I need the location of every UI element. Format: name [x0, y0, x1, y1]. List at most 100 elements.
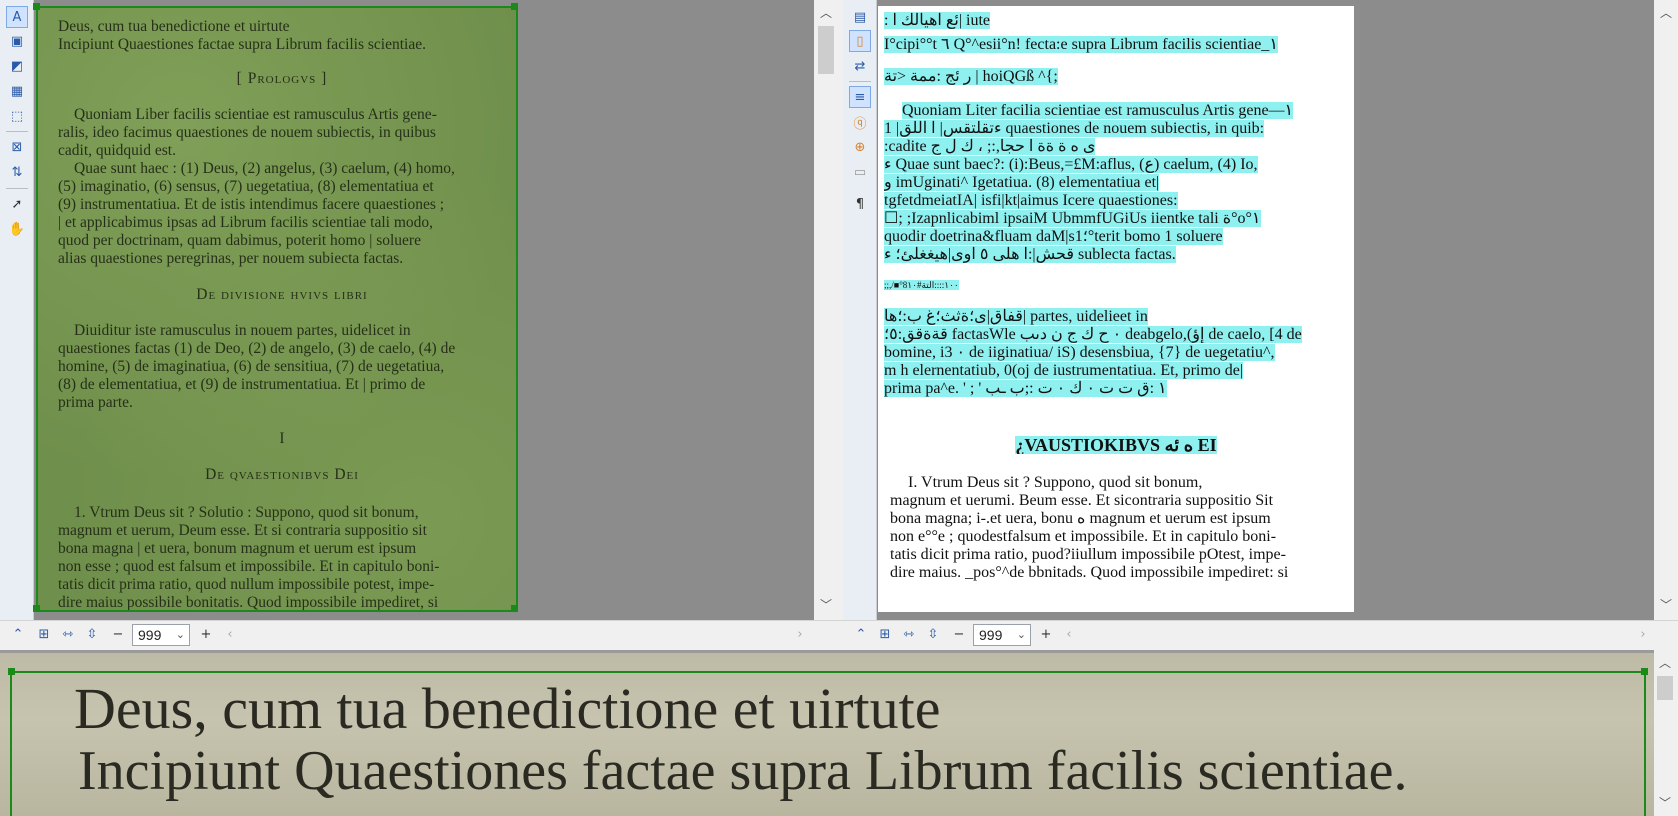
uncertain-text-highlight: quodir doetrina&fluam daM|s؛1°terit bomo… — [884, 228, 1223, 245]
zoom-out-icon[interactable]: − — [949, 625, 969, 645]
collapse-icon[interactable]: ⌃ — [8, 625, 28, 645]
scan-line: | et applicabimus ipsas ad Librum facili… — [58, 214, 434, 231]
fit-height-icon[interactable]: ⇳ — [82, 625, 102, 645]
toolbar-divider — [6, 188, 28, 189]
recognized-text-line[interactable]: bona magna; i-.et uera, bonu ه magnum et… — [890, 510, 1354, 528]
zoom-in-icon[interactable]: + — [196, 625, 216, 645]
scroll-up-icon[interactable]: ︿ — [815, 4, 837, 22]
delete-area-icon[interactable]: ⊠ — [6, 136, 28, 158]
fit-width-icon[interactable]: ⇿ — [58, 625, 78, 645]
zoom-select[interactable]: 999 ⌄ — [132, 624, 190, 646]
area-handle-top-left[interactable] — [33, 3, 40, 10]
scroll-down-icon[interactable]: ﹀ — [1654, 794, 1676, 812]
scan-line: 1. Vtrum Deus sit ? Solutio : Suppono, q… — [74, 504, 419, 521]
order-areas-icon[interactable]: ⇅ — [6, 161, 28, 183]
area-handle-bottom-right[interactable] — [511, 605, 518, 612]
uncertain-text-highlight: :cadite ى ه ة ةة ا حجا,:; ، ك ل ج — [884, 138, 1096, 155]
scroll-right-icon[interactable]: › — [1633, 625, 1653, 645]
recognition-area-icon[interactable]: ⬚ — [6, 105, 28, 127]
fit-height-icon[interactable]: ⇳ — [923, 625, 943, 645]
uncertain-text-highlight: Quoniam Liter facilia scientiae est ramu… — [902, 102, 1294, 119]
text-area-icon[interactable]: A — [6, 6, 28, 28]
recognized-text-line[interactable]: non e°°e ; quodestfalsum et impossibile.… — [890, 528, 1354, 546]
scan-line: Deus, cum tua benedictione et uirtute — [58, 18, 290, 35]
scrollbar-thumb[interactable] — [1657, 676, 1673, 700]
scanned-page-image[interactable]: Deus, cum tua benedictione et uirtute Inc… — [36, 6, 518, 612]
fit-page-icon[interactable]: ⊞ — [34, 625, 54, 645]
recognized-text-line[interactable]: :cadite ى ه ة ةة ا حجا,:; ، ك ل ج — [884, 138, 1348, 156]
scroll-left-icon[interactable]: ‹ — [220, 625, 240, 645]
text-properties-icon[interactable]: ≡ — [849, 86, 871, 108]
scan-line: Quae sunt haec : (1) Deus, (2) angelus, … — [74, 160, 455, 177]
image-tools-toolbar: A ▣ ◩ ▦ ⬚ ⊠ ⇅ ➚ ✋ — [0, 0, 34, 620]
recognized-text-line[interactable]: I. Vtrum Deus sit ? Suppono, quod sit bo… — [890, 474, 1354, 492]
scroll-down-icon[interactable]: ﹀ — [815, 596, 837, 614]
table-area-icon[interactable]: ▦ — [6, 80, 28, 102]
scrollbar-thumb[interactable] — [818, 26, 834, 74]
recognized-text-line[interactable]: prima pa^e. ' ; ' ١ :ق ت ت ٠ ك ٠ ت :;ب ـ… — [884, 380, 1348, 398]
scroll-up-icon[interactable]: ︿ — [1654, 654, 1676, 672]
recognized-text-line[interactable]: m h elernentatiub, 0(oj de iustrumentati… — [884, 362, 1348, 380]
uncertain-text-highlight: قفاق|ى؛ةثث؛غ ب:؛ها| partes, uidelieet in — [884, 308, 1148, 325]
recognized-text-line[interactable]: dire maius. _pos°^de bbnitads. Quod impo… — [890, 564, 1354, 582]
zoom-out-icon[interactable]: − — [108, 625, 128, 645]
recognized-text-line[interactable]: quodir doetrina&fluam daM|s؛1°terit bomo… — [884, 228, 1348, 246]
area-handle-top-left[interactable] — [8, 668, 15, 675]
text-zoom-bar: ⌃ ⊞ ⇿ ⇳ − 999 ⌄ + ‹ › — [843, 620, 1678, 648]
scroll-down-icon[interactable]: ﹀ — [1655, 596, 1677, 614]
mark-errors-icon[interactable]: ▭ — [849, 161, 871, 183]
uncertain-text-highlight: tgfetdmeiatIA| isfi|kt|aimus Icere quaes… — [884, 192, 1178, 209]
scroll-up-icon[interactable]: ︿ — [1655, 4, 1677, 22]
pilcrow-icon[interactable]: ¶ — [849, 193, 871, 215]
sync-view-icon[interactable]: ⇄ — [849, 55, 871, 77]
background-picture-area-icon[interactable]: ◩ — [6, 55, 28, 77]
scroll-left-icon[interactable]: ‹ — [1059, 625, 1079, 645]
page-view-icon[interactable]: ▤ — [849, 6, 871, 28]
find-icon[interactable]: ⊕ — [849, 136, 871, 158]
uncertain-text-highlight: bomine, i3 ٠ de iiginatiua/ iS) desensbi… — [884, 344, 1275, 361]
image-pane-scrollbar[interactable]: ︿ ﹀ — [815, 0, 837, 620]
uncertain-text-highlight: : ئع اهيالك ا| iute — [884, 12, 991, 29]
scan-line: bona magna | et uera, bonum magnum et ue… — [58, 540, 417, 557]
recognized-text-line[interactable]: و imUginati^ Igetatiua. (8) elementatiua… — [884, 174, 1348, 192]
text-pane-scrollbar[interactable]: ︿ ﹀ — [1655, 0, 1677, 620]
scan-line: ralis, ideo facimus quaestiones de nouem… — [58, 124, 436, 141]
recognized-text-line[interactable]: ;;,/■°١٠٠::::التة#8١٠ — [884, 276, 1348, 294]
recognized-text-line[interactable]: ☐; ;Izapnlicabiml ipsaiM UbmmfUGiUs iien… — [884, 210, 1348, 228]
collapse-icon[interactable]: ⌃ — [851, 625, 871, 645]
recognized-text-line[interactable]: قةةقق:٥؛ factasWle ٠ ح ك ج ن دىب deabgel… — [884, 326, 1348, 344]
scan-line: Quoniam Liber facilis scientiae est ramu… — [74, 106, 437, 123]
zoom-in-icon[interactable]: + — [1036, 625, 1056, 645]
toolbar-divider — [849, 81, 871, 82]
zoom-view-scrollbar[interactable]: ︿ ﹀ — [1654, 650, 1676, 816]
fit-width-icon[interactable]: ⇿ — [899, 625, 919, 645]
recognized-text-line[interactable]: : ئع اهيالك ا| iute — [884, 12, 1348, 30]
pan-tool-icon[interactable]: ✋ — [6, 218, 28, 240]
area-handle-top-right[interactable] — [1641, 668, 1648, 675]
recognized-text-line[interactable]: bomine, i3 ٠ de iiginatiua/ iS) desensbi… — [884, 344, 1348, 362]
recognized-text-line[interactable]: magnum et uerumi. Beum esse. Et sicontra… — [890, 492, 1354, 510]
recognized-text-line[interactable]: tgfetdmeiatIA| isfi|kt|aimus Icere quaes… — [884, 192, 1348, 210]
picture-area-icon[interactable]: ▣ — [6, 30, 28, 52]
recognized-text-line[interactable]: ¿VAUSTIOKIBVS ه ئه EI — [884, 436, 1348, 454]
recognized-text-line[interactable]: قفاق|ى؛ةثث؛غ ب:؛ها| partes, uidelieet in — [884, 308, 1348, 326]
uncertain-text-highlight: tatis dicit prima ratio, puod?iiullum im… — [890, 546, 1286, 563]
recognized-text-line[interactable]: tatis dicit prima ratio, puod?iiullum im… — [890, 546, 1354, 564]
zoom-view[interactable]: Deus, cum tua benedictione et uirtute In… — [0, 650, 1654, 816]
recognized-text-line[interactable]: ر ئج :ممة <تة | hoiQGß ^{; — [884, 68, 1348, 86]
area-handle-top-right[interactable] — [511, 3, 518, 10]
recognized-text-line[interactable]: ء Quae sunt baec?: (i):Beus,=£M:aflus, (… — [884, 156, 1348, 174]
scroll-right-icon[interactable]: › — [790, 625, 810, 645]
verify-text-icon[interactable]: ⓠ — [849, 111, 871, 133]
recognized-text-page[interactable]: : ئع اهيالك ا| iute I°cipi°°t ٦ Q°^esii°n… — [878, 6, 1354, 612]
chevron-down-icon: ⌄ — [175, 629, 185, 641]
fit-page-icon[interactable]: ⊞ — [875, 625, 895, 645]
zoom-select[interactable]: 999 ⌄ — [973, 624, 1031, 646]
recognized-text-line[interactable]: قحش|:ا هلى ٥ اوى|هيغغلئ؛ ء sublecta fact… — [884, 246, 1348, 264]
area-handle-bottom-left[interactable] — [33, 605, 40, 612]
text-page-icon[interactable]: ▯ — [849, 30, 871, 52]
recognized-text-line[interactable]: Quoniam Liter facilia scientiae est ramu… — [884, 102, 1348, 120]
recognized-text-line[interactable]: I°cipi°°t ٦ Q°^esii°n! fecta:e supra Lib… — [884, 36, 1348, 54]
recognized-text-line[interactable]: ءتقلتقس| ا اللق| 1 quaestiones de nouem … — [884, 120, 1348, 138]
select-tool-icon[interactable]: ➚ — [6, 193, 28, 215]
